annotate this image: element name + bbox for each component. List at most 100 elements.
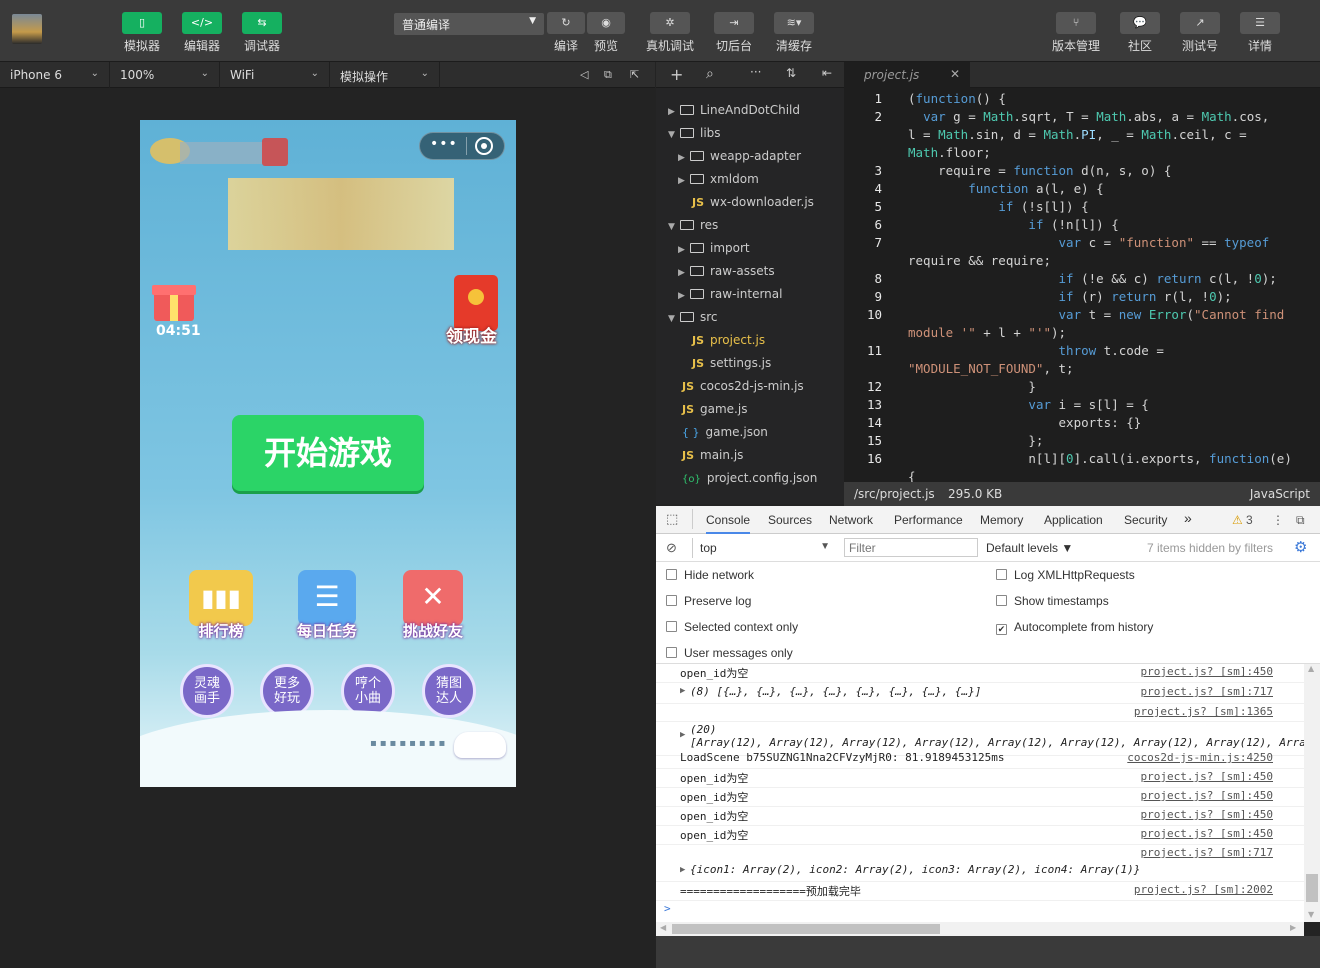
tree-folder-import[interactable]: ▶ import	[678, 237, 750, 259]
guess-picture-button[interactable]: 猜图 达人	[422, 664, 476, 718]
tree-file-project-js[interactable]: JS project.js	[692, 329, 765, 351]
autocomplete-checkbox[interactable]: ✔ Autocomplete from history	[996, 620, 1153, 635]
hide-network-checkbox[interactable]: Hide network	[666, 568, 754, 582]
tab-security[interactable]: Security	[1124, 513, 1167, 527]
tree-folder-res[interactable]: ▼ res	[668, 214, 718, 236]
scrollbar-thumb[interactable]	[1306, 874, 1318, 902]
details-button[interactable]: ☰ 详情	[1230, 12, 1290, 54]
preserve-log-checkbox[interactable]: Preserve log	[666, 594, 751, 608]
expand-triangle-icon[interactable]: ▶	[680, 686, 685, 696]
scroll-up-icon[interactable]: ▲	[1308, 664, 1314, 673]
tree-file-settings-js[interactable]: JS settings.js	[692, 352, 771, 374]
console-vertical-scrollbar[interactable]: ▲ ▼	[1304, 664, 1320, 922]
inspect-element-icon[interactable]: ⬚	[666, 512, 678, 527]
tree-file-project-config[interactable]: {o} project.config.json	[682, 467, 817, 489]
simulator-button[interactable]: ▯ 模拟器	[112, 12, 172, 54]
show-timestamps-checkbox[interactable]: Show timestamps	[996, 594, 1109, 608]
polar-bear-image	[454, 732, 506, 758]
expand-triangle-icon[interactable]: ▶	[680, 865, 685, 875]
tree-file-game-json[interactable]: { } game.json	[682, 421, 768, 443]
console-output[interactable]: open_id为空 project.js? [sm]:450 ▶ (8) [{…},…	[656, 664, 1304, 922]
tree-folder-xmldom[interactable]: ▶ xmldom	[678, 168, 759, 190]
collapse-icon[interactable]: ⇤	[822, 66, 832, 80]
network-select[interactable]: WiFi ⌄	[220, 62, 330, 88]
compile-mode-select[interactable]: 普通编译 ▼	[394, 13, 544, 35]
tab-application[interactable]: Application	[1044, 513, 1103, 527]
game-canvas[interactable]: ••• 04:51 领现金 开始游戏 ▮▮▮ 排行榜 ☰ 每日任务 ✕ 挑战好友…	[140, 120, 516, 787]
warning-icon[interactable]: ⚠	[1232, 513, 1243, 527]
zoom-select[interactable]: 100% ⌄	[110, 62, 220, 88]
scroll-left-icon[interactable]: ◀	[660, 923, 666, 932]
close-icon[interactable]: ✕	[950, 67, 960, 81]
user-avatar[interactable]	[12, 14, 42, 44]
preview-button[interactable]: ◉ 预览	[576, 12, 636, 54]
dock-icon[interactable]: ⧉	[1296, 513, 1305, 528]
console-horizontal-scrollbar[interactable]: ◀ ▶	[656, 922, 1304, 936]
version-button[interactable]: ⑂ 版本管理	[1046, 12, 1106, 54]
tree-folder-raw-internal[interactable]: ▶ raw-internal	[678, 283, 782, 305]
more-icon[interactable]: ···	[750, 65, 761, 79]
scroll-right-icon[interactable]: ▶	[1290, 923, 1296, 932]
log-xhr-checkbox[interactable]: Log XMLHttpRequests	[996, 568, 1135, 582]
add-file-icon[interactable]: +	[670, 65, 683, 84]
start-game-button[interactable]: 开始游戏	[232, 415, 424, 491]
community-button[interactable]: 💬 社区	[1110, 12, 1170, 54]
mute-icon[interactable]: ◁	[580, 68, 588, 81]
tree-file-main-js[interactable]: JS main.js	[682, 444, 743, 466]
clear-console-icon[interactable]: ⊘	[666, 540, 677, 556]
remote-debug-button[interactable]: ✲ 真机调试	[640, 12, 700, 54]
expand-triangle-icon[interactable]: ▶	[680, 730, 685, 740]
simulate-select[interactable]: 模拟操作 ⌄	[330, 62, 440, 88]
test-account-button[interactable]: ↗ 测试号	[1170, 12, 1230, 54]
soul-painter-button[interactable]: 灵魂 画手	[180, 664, 234, 718]
tree-folder-libs[interactable]: ▼ libs	[668, 122, 721, 144]
tree-file-game-js[interactable]: JS game.js	[682, 398, 747, 420]
sort-icon[interactable]: ⇅	[786, 66, 796, 80]
debugger-button[interactable]: ⇆ 调试器	[232, 12, 292, 54]
scroll-down-icon[interactable]: ▼	[1308, 910, 1314, 919]
chevron-down-icon: ⌄	[420, 68, 429, 79]
cash-label[interactable]: 领现金	[446, 322, 497, 347]
tab-sources[interactable]: Sources	[768, 513, 812, 527]
settings-gear-icon[interactable]: ⚙	[1294, 538, 1307, 556]
search-icon[interactable]: ⌕	[706, 66, 714, 82]
filter-input[interactable]	[844, 538, 978, 557]
console-message: project.js? [sm]:1365	[656, 704, 1304, 722]
tab-console[interactable]: Console	[706, 513, 751, 534]
device-select[interactable]: iPhone 6 ⌄	[0, 62, 110, 88]
daily-tasks-button[interactable]: ☰ 每日任务	[294, 570, 360, 642]
challenge-friends-button[interactable]: ✕ 挑战好友	[400, 570, 466, 642]
kebab-menu-icon[interactable]: ⋮	[1272, 513, 1284, 527]
user-messages-checkbox[interactable]: User messages only	[666, 646, 793, 660]
background-button[interactable]: ⇥ 切后台	[704, 12, 764, 54]
leaderboard-button[interactable]: ▮▮▮ 排行榜	[188, 570, 254, 642]
tree-folder-lineanddotchild[interactable]: ▶ LineAndDotChild	[668, 99, 800, 121]
rotate-icon[interactable]: ⧉	[604, 68, 612, 82]
tree-file-cocos2d[interactable]: JS cocos2d-js-min.js	[682, 375, 804, 397]
selected-context-checkbox[interactable]: Selected context only	[666, 620, 798, 634]
gift-icon[interactable]	[150, 275, 198, 323]
console-prompt[interactable]: >	[656, 901, 1304, 921]
editor-button[interactable]: </> 编辑器	[172, 12, 232, 54]
tab-network[interactable]: Network	[829, 513, 873, 527]
language-mode[interactable]: JavaScript	[1250, 487, 1310, 501]
player-name	[180, 142, 270, 164]
tree-folder-weapp-adapter[interactable]: ▶ weapp-adapter	[678, 145, 801, 167]
more-tabs-button[interactable]: »	[1184, 510, 1192, 526]
capsule-menu[interactable]: •••	[419, 132, 505, 160]
tree-folder-raw-assets[interactable]: ▶ raw-assets	[678, 260, 775, 282]
tab-memory[interactable]: Memory	[980, 513, 1023, 527]
more-icon[interactable]: •••	[430, 136, 458, 152]
context-select[interactable]: top ▼	[700, 538, 830, 558]
tree-file-wx-downloader[interactable]: JS wx-downloader.js	[692, 191, 814, 213]
scrollbar-thumb[interactable]	[672, 924, 940, 934]
editor-tab-project-js[interactable]: project.js ✕	[844, 62, 970, 88]
tree-folder-src[interactable]: ▼ src	[668, 306, 718, 328]
clear-cache-button[interactable]: ≋▾ 清缓存	[764, 12, 824, 54]
tab-performance[interactable]: Performance	[894, 513, 963, 527]
code-editor[interactable]: 1 2 3 4 5 6 7 8 9 10 11 12 13 14 15 16 (…	[844, 88, 1320, 484]
popout-icon[interactable]: ⇱	[630, 68, 639, 81]
log-levels-select[interactable]: Default levels ▼	[986, 541, 1073, 555]
close-mini-program-icon[interactable]	[475, 137, 493, 155]
chevron-right-icon: ▶	[678, 245, 685, 255]
